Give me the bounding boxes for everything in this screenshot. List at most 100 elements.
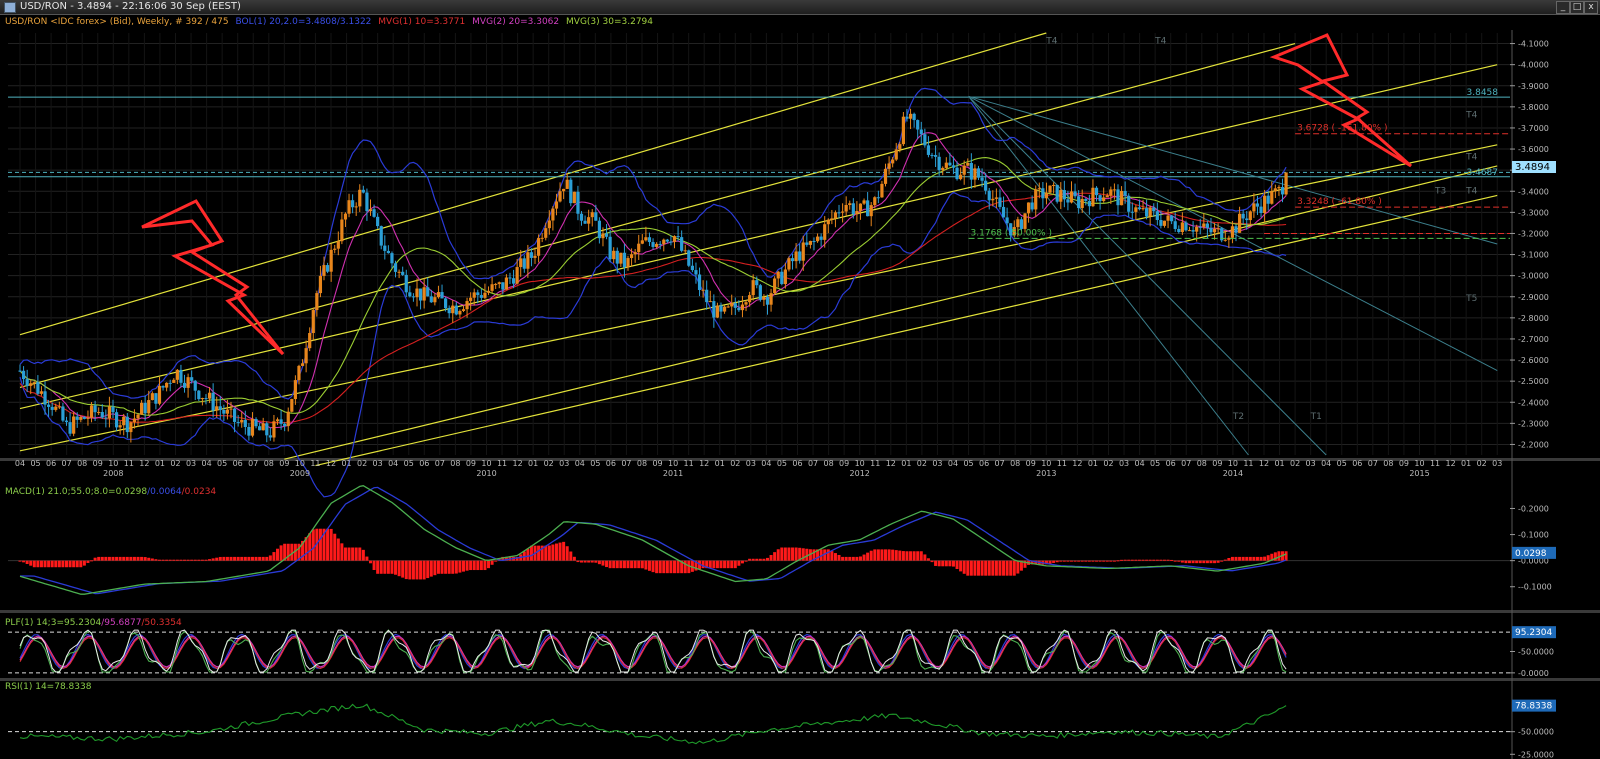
candle-body <box>444 298 448 309</box>
macd-hist-bar <box>1216 560 1220 563</box>
macd-hist-bar <box>422 560 426 580</box>
x-year-label: 2011 <box>663 469 683 478</box>
macd-hist-bar <box>175 559 179 561</box>
candle-body <box>676 236 680 238</box>
candle-body <box>594 212 598 221</box>
chart-area[interactable]: 3.84583.4687 T4 T4T4T4T3 T4T5T2 T1 3.6728 (… <box>0 15 1600 759</box>
x-tick-label: 03 <box>1306 459 1316 468</box>
macd-hist-bar <box>440 560 444 574</box>
candle-body <box>923 134 927 146</box>
macd-hist-bar <box>1195 560 1199 564</box>
minimize-button[interactable]: _ <box>1556 1 1570 14</box>
macd-hist-bar <box>1102 560 1106 562</box>
candle-body <box>819 236 823 240</box>
x-tick-label: 07 <box>621 459 631 468</box>
candle-body <box>608 236 612 260</box>
macd-hist-bar <box>780 547 784 561</box>
macd-hist-bar <box>1213 560 1217 564</box>
candle-body <box>472 292 476 298</box>
candle-body <box>1026 202 1031 214</box>
candle-body <box>519 258 523 268</box>
stoch-tick-label: -0.0000 <box>1518 669 1549 678</box>
macd-hist-bar <box>1166 559 1170 561</box>
candle-body <box>933 155 938 157</box>
macd-hist-bar <box>1180 560 1184 563</box>
candle-body <box>1223 239 1227 241</box>
x-tick-label: 05 <box>777 459 787 468</box>
macd-hist-bar <box>987 560 991 576</box>
macd-hist-bar <box>898 550 902 561</box>
macd-hist-bar <box>934 560 938 566</box>
macd-hist-bar <box>1116 560 1120 562</box>
candle-body <box>587 217 591 224</box>
t-label: T1 <box>1310 412 1322 422</box>
macd-hist-bar <box>737 560 741 566</box>
macd-hist-bar <box>25 560 29 565</box>
candle-body <box>1112 189 1117 191</box>
candle-body <box>1266 195 1270 204</box>
macd-hist-bar <box>980 560 984 576</box>
x-tick-label: 05 <box>590 459 600 468</box>
candle-body <box>1263 195 1267 213</box>
candle-body <box>547 220 551 229</box>
candle-body <box>869 205 873 217</box>
candle-body <box>780 271 784 285</box>
candle-body <box>776 271 780 279</box>
candle-body <box>1248 211 1252 221</box>
x-tick-label: 01 <box>1274 459 1284 468</box>
mvg3-header: MVG(3) 30=3.2794 <box>566 17 653 27</box>
macd-hist-bar <box>461 560 465 572</box>
macd-tick-label: -0.2000 <box>1518 504 1549 513</box>
candle-body <box>533 255 537 258</box>
level-label: 3.8458 <box>1467 88 1499 98</box>
candle-body <box>626 258 630 268</box>
macd-hist-bar <box>483 560 487 571</box>
macd-hist-bar <box>884 549 888 561</box>
macd-hist-bar <box>100 556 104 561</box>
macd-hist-bar <box>243 556 247 561</box>
candle-body <box>143 402 147 414</box>
macd-hist-bar <box>851 556 855 561</box>
macd-hist-bar <box>837 554 841 561</box>
candle-body <box>447 308 451 314</box>
candle-body <box>39 391 44 394</box>
candle-body <box>218 406 222 410</box>
candle-body <box>182 382 187 388</box>
macd-hist-bar <box>748 558 752 561</box>
macd-hist-bar <box>866 552 870 561</box>
candle-body <box>36 382 40 394</box>
x-tick-label: 04 <box>1321 459 1331 468</box>
y-tick-label: -3.3000 <box>1518 208 1549 217</box>
x-tick-label: 04 <box>202 459 212 468</box>
candle-body <box>833 212 838 219</box>
candle-body <box>426 287 430 297</box>
macd-hist-bar <box>208 559 212 561</box>
macd-hist-bar <box>994 560 998 576</box>
macd-hist-bar <box>930 560 934 563</box>
macd-hist-bar <box>1012 560 1016 576</box>
x-tick-label: 03 <box>746 459 756 468</box>
candle-body <box>1023 213 1027 229</box>
macd-hist-bar <box>583 560 587 563</box>
x-tick-label: 09 <box>93 459 103 468</box>
candle-body <box>1048 185 1052 193</box>
candle-body <box>619 252 623 264</box>
macd-hist-bar <box>147 557 151 561</box>
macd-hist-bar <box>233 556 237 561</box>
maximize-button[interactable]: □ <box>1570 1 1584 14</box>
candle-body <box>773 278 777 294</box>
candle-body <box>129 422 133 433</box>
candle-body <box>569 179 573 204</box>
macd-hist-bar <box>576 560 580 563</box>
x-tick-label: 11 <box>1430 459 1440 468</box>
x-tick-label: 01 <box>341 459 351 468</box>
candle-body <box>980 177 984 181</box>
macd-hist-bar <box>250 556 254 561</box>
close-button[interactable]: x <box>1584 1 1598 14</box>
x-tick-label: 04 <box>761 459 771 468</box>
candle-body <box>1162 220 1167 226</box>
candle-body <box>551 208 555 221</box>
candle-body <box>944 162 948 168</box>
y-tick-label: -2.8000 <box>1518 314 1549 323</box>
macd-hist-bar <box>751 558 755 561</box>
